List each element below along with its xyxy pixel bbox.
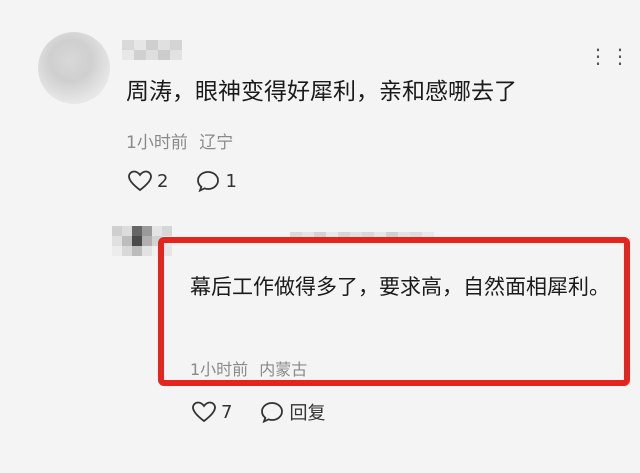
avatar[interactable]	[38, 32, 110, 104]
reply-count: 1	[225, 170, 237, 192]
reply-button[interactable]: 1	[196, 170, 237, 192]
comment-bubble-icon	[197, 171, 220, 192]
comment-text: 周涛，眼神变得好犀利，亲和感哪去了	[126, 79, 517, 105]
reply-label: 回复	[289, 403, 326, 424]
more-options-icon[interactable]: ⋮⋮	[588, 46, 632, 66]
comment-actions: 2 1	[128, 170, 259, 192]
heart-icon	[192, 401, 216, 423]
highlight-box	[158, 237, 630, 386]
comment-bubble-icon	[261, 402, 284, 423]
reply-reply-button[interactable]: 回复	[260, 399, 325, 425]
username-redacted	[122, 40, 182, 60]
like-count: 2	[157, 170, 169, 192]
like-button[interactable]: 2	[128, 170, 168, 192]
reply-like-count: 7	[221, 401, 233, 423]
comment-meta: 1小时前 辽宁	[126, 128, 233, 153]
comment-time: 1小时前	[126, 133, 188, 153]
reply-like-button[interactable]: 7	[192, 401, 232, 423]
heart-icon	[128, 170, 152, 192]
comment-location: 辽宁	[199, 133, 234, 153]
reply-actions: 7 回复	[192, 399, 347, 425]
